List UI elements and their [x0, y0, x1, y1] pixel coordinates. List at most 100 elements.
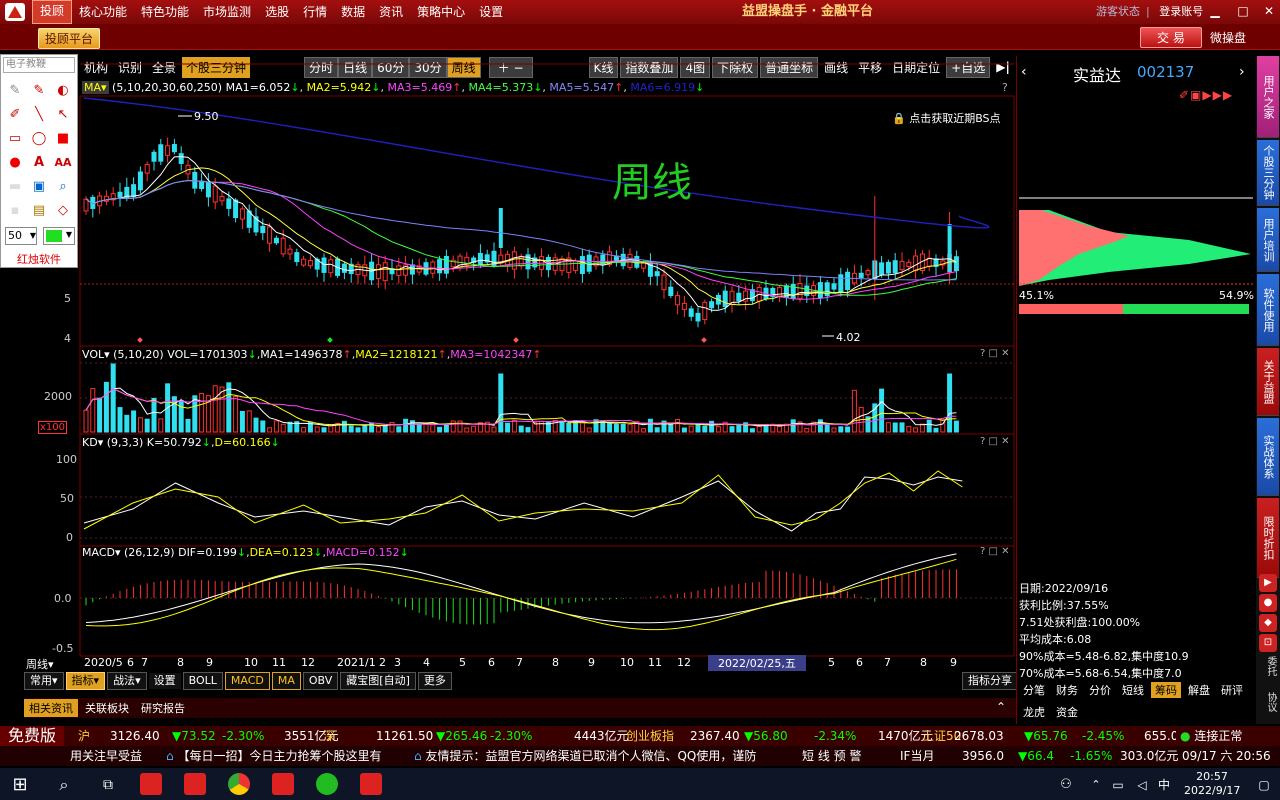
x-axis-label: 7 — [884, 656, 891, 669]
indicator-button[interactable]: 藏宝图[自动] — [340, 672, 416, 690]
y-tick-4: 4 — [64, 332, 71, 345]
candle — [158, 144, 164, 162]
side-link[interactable]: 委托 — [1258, 656, 1278, 676]
candle — [212, 185, 218, 203]
volume-bar — [314, 426, 320, 433]
ime-indicator[interactable]: 中 — [1150, 772, 1178, 798]
candle — [199, 180, 205, 190]
volume-bar — [341, 420, 347, 433]
app-icon[interactable] — [140, 773, 162, 795]
bottom-tab[interactable]: 战法▾ — [107, 672, 147, 690]
app-icon[interactable] — [360, 773, 382, 795]
related-link[interactable]: 相关资讯 — [24, 699, 78, 717]
task-view-icon[interactable]: ⧉ — [94, 772, 122, 798]
prev-stock-icon[interactable]: ‹ — [1021, 64, 1027, 80]
settings-button[interactable]: 设置 — [148, 673, 181, 689]
chip-tab[interactable]: 资金 — [1052, 704, 1082, 720]
candle — [226, 198, 232, 209]
stock-name: 实益达 — [1073, 66, 1122, 85]
side-tab[interactable]: 软件使用 — [1257, 274, 1279, 346]
chip-tab[interactable]: 龙虎 — [1019, 704, 1049, 720]
side-tab[interactable]: 关于益盟 — [1257, 348, 1279, 416]
vol-panel-controls[interactable]: ? □ ✕ — [980, 348, 1010, 359]
bottom-tab[interactable]: 常用▾ — [24, 672, 64, 690]
if-pct: -1.65% — [1070, 749, 1113, 763]
news-item[interactable]: ⌂ 【每日一招】今日主力抢筹个股这里有 — [166, 746, 381, 766]
if-value: 3956.0 — [962, 749, 1004, 763]
volume-bar — [729, 426, 735, 433]
side-tab[interactable]: 用户培训 — [1257, 208, 1279, 272]
side-tab[interactable]: 实战体系 — [1257, 418, 1279, 496]
indicator-button[interactable]: 更多 — [417, 672, 452, 690]
candle — [280, 237, 286, 255]
indicator-button[interactable]: BOLL — [182, 672, 223, 690]
free-version[interactable]: 免费版 — [0, 726, 65, 746]
chrome-icon[interactable] — [228, 773, 250, 795]
ticker-value: 2678.03 — [954, 729, 1004, 743]
volume-bar — [586, 427, 592, 433]
candle — [906, 261, 912, 268]
volume-bar — [457, 420, 463, 433]
related-links: 相关资讯 关联板块 研究报告 — [24, 698, 1016, 718]
side-link[interactable]: 协议 — [1258, 692, 1278, 712]
search-icon[interactable]: ⌕ — [50, 772, 78, 798]
indicator-button[interactable]: MACD — [224, 672, 270, 690]
candle — [328, 259, 334, 274]
ticker-value: 2367.40 — [690, 729, 740, 743]
x-axis-label: 12 — [301, 656, 315, 669]
side-tab[interactable]: 限时折扣 — [1257, 498, 1279, 578]
indicator-button[interactable]: OBV — [302, 672, 339, 690]
related-link[interactable]: 关联板块 — [80, 699, 134, 717]
side-tool-icon[interactable]: ● — [1259, 594, 1277, 612]
taskbar: ⊞ ⌕ ⧉ ⚇ ⌃ ▭ ◁ 中 20:57 2022/9/17 ▢ — [0, 768, 1280, 800]
indicator-share-button[interactable]: 指标分享 — [962, 672, 1018, 690]
chip-tab[interactable]: 解盘 — [1184, 682, 1214, 698]
app-icon[interactable] — [184, 773, 206, 795]
wechat-icon[interactable] — [316, 773, 338, 795]
volume-bar — [464, 427, 470, 433]
chip-tab[interactable]: 筹码 — [1151, 682, 1181, 698]
if-change: ▼66.4 — [1018, 749, 1054, 763]
side-tab[interactable]: 用户之家 — [1257, 56, 1279, 138]
chip-tab[interactable]: 短线 — [1118, 682, 1148, 698]
notification-icon[interactable]: ▢ — [1250, 772, 1278, 798]
volume-bar — [838, 426, 844, 433]
chip-tab[interactable]: 研评 — [1217, 682, 1247, 698]
app-icon[interactable] — [272, 773, 294, 795]
clock[interactable]: 20:57 2022/9/17 — [1184, 770, 1240, 798]
candle — [885, 261, 891, 274]
candle — [913, 255, 919, 272]
kd-panel-controls[interactable]: ? □ ✕ — [980, 436, 1010, 447]
volume-bar — [892, 422, 898, 433]
people-icon[interactable]: ⚇ — [1052, 772, 1080, 798]
next-stock-icon[interactable]: › — [1239, 64, 1245, 80]
macd-panel-controls[interactable]: ? □ ✕ — [980, 546, 1010, 557]
bottom-tab[interactable]: 指标▾ — [65, 672, 106, 690]
side-tool-icon[interactable]: ▶ — [1259, 574, 1277, 592]
help-icon[interactable]: ? — [1002, 81, 1008, 94]
cursor-date: 2022/02/25,五 — [708, 655, 806, 671]
indicator-button[interactable]: MA — [271, 672, 301, 690]
candle — [695, 312, 701, 322]
side-tab[interactable]: 个股三分钟 — [1257, 140, 1279, 206]
volume-bar — [471, 425, 477, 433]
side-tool-icon[interactable]: ⊡ — [1259, 634, 1277, 652]
x-axis-label: 8 — [920, 656, 927, 669]
bs-point-link[interactable]: 🔒 点击获取近期BS点 — [892, 110, 1001, 126]
news-item[interactable]: ⌂ 友情提示：益盟官方网络渠道已取消个人微信、QQ使用，谨防 — [414, 746, 756, 766]
volume-bar — [953, 420, 959, 433]
start-icon[interactable]: ⊞ — [6, 772, 34, 798]
short-alert[interactable]: 短 线 预 警 — [802, 746, 861, 766]
volume-bar — [253, 417, 259, 433]
related-link[interactable]: 研究报告 — [136, 699, 190, 717]
chip-tab[interactable]: 财务 — [1052, 682, 1082, 698]
chip-tab[interactable]: 分价 — [1085, 682, 1115, 698]
news-item[interactable]: 用关注早受益 — [70, 746, 142, 766]
chip-tab[interactable]: 分笔 — [1019, 682, 1049, 698]
chip-tool-icons[interactable]: ✐▣▶▶▶ — [1179, 88, 1233, 102]
side-tool-icon[interactable]: ◆ — [1259, 614, 1277, 632]
candle — [137, 171, 143, 191]
volume-bar — [498, 373, 504, 433]
collapse-icon[interactable]: ⌃ — [996, 700, 1006, 714]
candle — [831, 283, 837, 290]
